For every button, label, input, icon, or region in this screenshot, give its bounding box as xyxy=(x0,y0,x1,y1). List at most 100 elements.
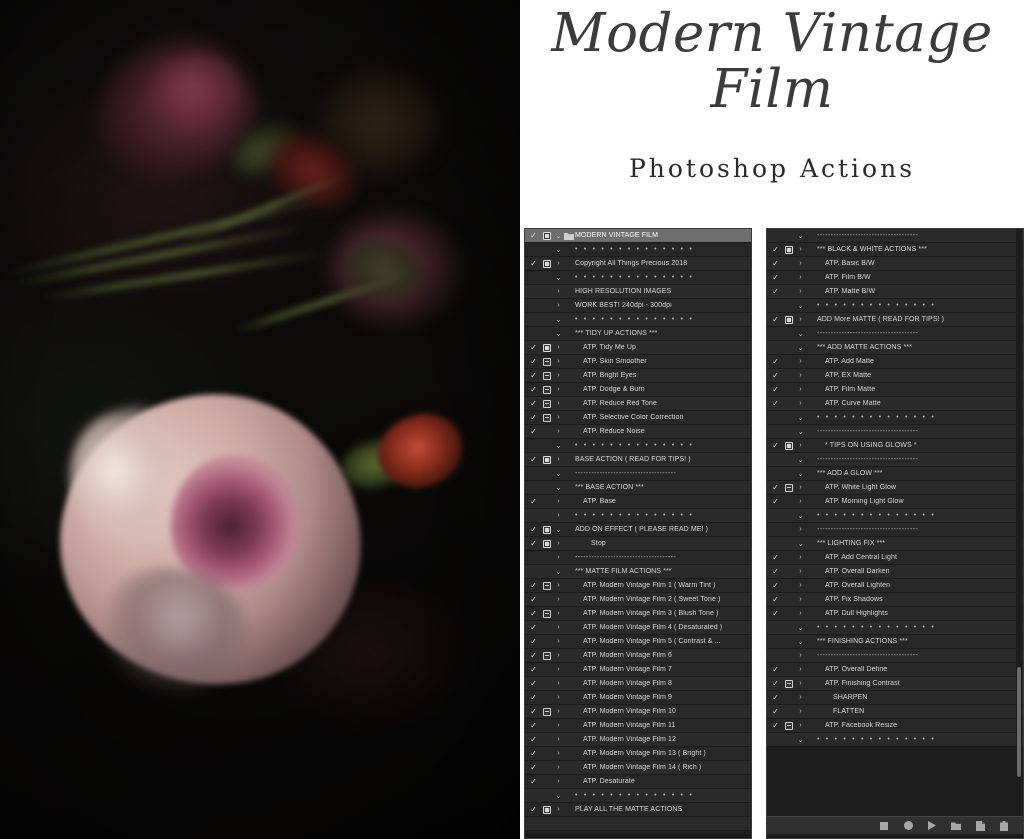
checkmark-icon[interactable]: ✓ xyxy=(527,399,540,408)
action-row[interactable]: ✓ ⌄ *** FINISHING ACTIONS *** xyxy=(767,635,1023,649)
checkmark-icon[interactable]: ✓ xyxy=(769,553,782,562)
checkmark-icon[interactable]: ✓ xyxy=(769,693,782,702)
chevron-right-icon[interactable]: › xyxy=(553,806,564,813)
checkmark-icon[interactable]: ✓ xyxy=(769,330,782,338)
dialog-toggle-icon[interactable] xyxy=(782,708,795,716)
chevron-right-icon[interactable]: › xyxy=(795,680,806,687)
chevron-right-icon[interactable]: › xyxy=(795,484,806,491)
dialog-toggle-icon[interactable] xyxy=(540,722,553,730)
chevron-right-icon[interactable]: › xyxy=(553,652,564,659)
dialog-toggle-icon[interactable] xyxy=(782,456,795,464)
action-row[interactable]: ✓ › ATP. EX Matte xyxy=(767,369,1023,383)
action-row[interactable]: ✓ › ATP. Reduce Red Tone xyxy=(525,397,751,411)
dialog-toggle-icon[interactable] xyxy=(540,288,553,296)
action-row[interactable]: ✓ › ATP. Morning Light Glow xyxy=(767,495,1023,509)
action-row[interactable]: ✓ › BASE ACTION ( READ FOR TIPS! ) xyxy=(525,453,751,467)
chevron-right-icon[interactable]: › xyxy=(553,372,564,379)
trash-icon[interactable] xyxy=(999,820,1009,831)
action-row[interactable]: ✓ › ATP. Modern Vintage Film 12 xyxy=(525,733,751,747)
chevron-down-icon[interactable]: ⌄ xyxy=(553,274,564,282)
checkmark-icon[interactable]: ✓ xyxy=(527,357,540,366)
checkmark-icon[interactable]: ✓ xyxy=(527,792,540,800)
chevron-right-icon[interactable]: › xyxy=(795,372,806,379)
checkmark-icon[interactable]: ✓ xyxy=(769,679,782,688)
chevron-down-icon[interactable]: ⌄ xyxy=(553,470,564,478)
checkmark-icon[interactable]: ✓ xyxy=(527,749,540,758)
action-row[interactable]: ✓ › ATP. Reduce Noise xyxy=(525,425,751,439)
checkmark-icon[interactable]: ✓ xyxy=(527,288,540,296)
dialog-toggle-icon[interactable] xyxy=(782,260,795,268)
checkmark-icon[interactable]: ✓ xyxy=(769,315,782,324)
dialog-toggle-icon[interactable] xyxy=(782,568,795,576)
actions-list-right[interactable]: ✓⌄-------------------------------------✓… xyxy=(767,229,1023,816)
chevron-right-icon[interactable]: › xyxy=(795,568,806,575)
dialog-toggle-icon[interactable] xyxy=(540,539,553,548)
checkmark-icon[interactable]: ✓ xyxy=(527,721,540,730)
checkmark-icon[interactable]: ✓ xyxy=(769,273,782,282)
checkmark-icon[interactable]: ✓ xyxy=(527,302,540,310)
dialog-toggle-icon[interactable] xyxy=(782,554,795,562)
chevron-right-icon[interactable]: › xyxy=(553,596,564,603)
checkmark-icon[interactable]: ✓ xyxy=(769,526,782,534)
chevron-right-icon[interactable]: › xyxy=(553,400,564,407)
action-row[interactable]: ✓ xyxy=(525,817,751,831)
checkmark-icon[interactable]: ✓ xyxy=(769,721,782,730)
dialog-toggle-icon[interactable] xyxy=(540,484,553,492)
checkmark-icon[interactable]: ✓ xyxy=(527,525,540,534)
dialog-toggle-icon[interactable] xyxy=(540,554,553,562)
checkmark-icon[interactable]: ✓ xyxy=(527,330,540,338)
chevron-right-icon[interactable]: › xyxy=(553,694,564,701)
checkmark-icon[interactable]: ✓ xyxy=(527,820,540,828)
actions-panel-right[interactable]: ✓⌄-------------------------------------✓… xyxy=(766,228,1024,839)
action-row[interactable]: ✓ ⌄ MODERN VINTAGE FILM xyxy=(525,229,751,243)
dialog-toggle-icon[interactable] xyxy=(540,231,553,240)
action-row[interactable]: ✓ › ATP. Modern Vintage Film 4 ( Desaturat… xyxy=(525,621,751,635)
dialog-toggle-icon[interactable] xyxy=(540,259,553,268)
action-row[interactable]: ✓ › ATP. Curve Matte xyxy=(767,397,1023,411)
checkmark-icon[interactable]: ✓ xyxy=(769,595,782,604)
dialog-toggle-icon[interactable] xyxy=(782,679,795,688)
dialog-toggle-icon[interactable] xyxy=(540,736,553,744)
action-row[interactable]: ✓ ⌄ ------------------------------------- xyxy=(525,467,751,481)
dialog-toggle-icon[interactable] xyxy=(782,596,795,604)
checkmark-icon[interactable]: ✓ xyxy=(527,231,540,240)
dialog-toggle-icon[interactable] xyxy=(540,330,553,338)
chevron-right-icon[interactable]: › xyxy=(553,736,564,743)
checkmark-icon[interactable]: ✓ xyxy=(527,665,540,674)
action-row[interactable]: ✓ › HIGH RESOLUTION IMAGES xyxy=(525,285,751,299)
checkmark-icon[interactable]: ✓ xyxy=(769,638,782,646)
chevron-right-icon[interactable]: › xyxy=(553,414,564,421)
action-row[interactable]: ✓ ⌄ • • • • • • • • • • • • • • xyxy=(525,313,751,327)
checkmark-icon[interactable]: ✓ xyxy=(769,624,782,632)
dialog-toggle-icon[interactable] xyxy=(540,512,553,520)
chevron-right-icon[interactable]: › xyxy=(553,624,564,631)
dialog-toggle-icon[interactable] xyxy=(540,820,553,828)
dialog-toggle-icon[interactable] xyxy=(782,232,795,240)
dialog-toggle-icon[interactable] xyxy=(782,315,795,324)
action-row[interactable]: ✓ › ATP. Basic B/W xyxy=(767,257,1023,271)
dialog-toggle-icon[interactable] xyxy=(540,498,553,506)
action-row[interactable]: ✓ › ATP. Base xyxy=(525,495,751,509)
action-row[interactable]: ✓ ⌄ *** MATTE FILM ACTIONS *** xyxy=(525,565,751,579)
checkmark-icon[interactable]: ✓ xyxy=(527,259,540,268)
checkmark-icon[interactable]: ✓ xyxy=(527,484,540,492)
action-row[interactable]: ✓ › ATP. Modern Vintage Film 8 xyxy=(525,677,751,691)
action-row[interactable]: ✓ › ATP. Modern Vintage Film 3 ( Blush Ton… xyxy=(525,607,751,621)
chevron-down-icon[interactable]: ⌄ xyxy=(795,344,806,352)
checkmark-icon[interactable]: ✓ xyxy=(769,483,782,492)
dialog-toggle-icon[interactable] xyxy=(782,288,795,296)
chevron-down-icon[interactable]: ⌄ xyxy=(795,540,806,548)
checkmark-icon[interactable]: ✓ xyxy=(527,609,540,618)
dialog-toggle-icon[interactable] xyxy=(540,581,553,590)
action-row[interactable]: ✓ ⌄ • • • • • • • • • • • • • • xyxy=(525,789,751,803)
checkmark-icon[interactable]: ✓ xyxy=(769,707,782,716)
dialog-toggle-icon[interactable] xyxy=(782,582,795,590)
chevron-right-icon[interactable]: › xyxy=(553,512,564,519)
chevron-right-icon[interactable]: › xyxy=(553,750,564,757)
chevron-right-icon[interactable]: › xyxy=(795,666,806,673)
chevron-right-icon[interactable]: › xyxy=(553,358,564,365)
chevron-right-icon[interactable]: › xyxy=(553,456,564,463)
chevron-right-icon[interactable]: › xyxy=(553,540,564,547)
dialog-toggle-icon[interactable] xyxy=(782,694,795,702)
dialog-toggle-icon[interactable] xyxy=(782,330,795,338)
